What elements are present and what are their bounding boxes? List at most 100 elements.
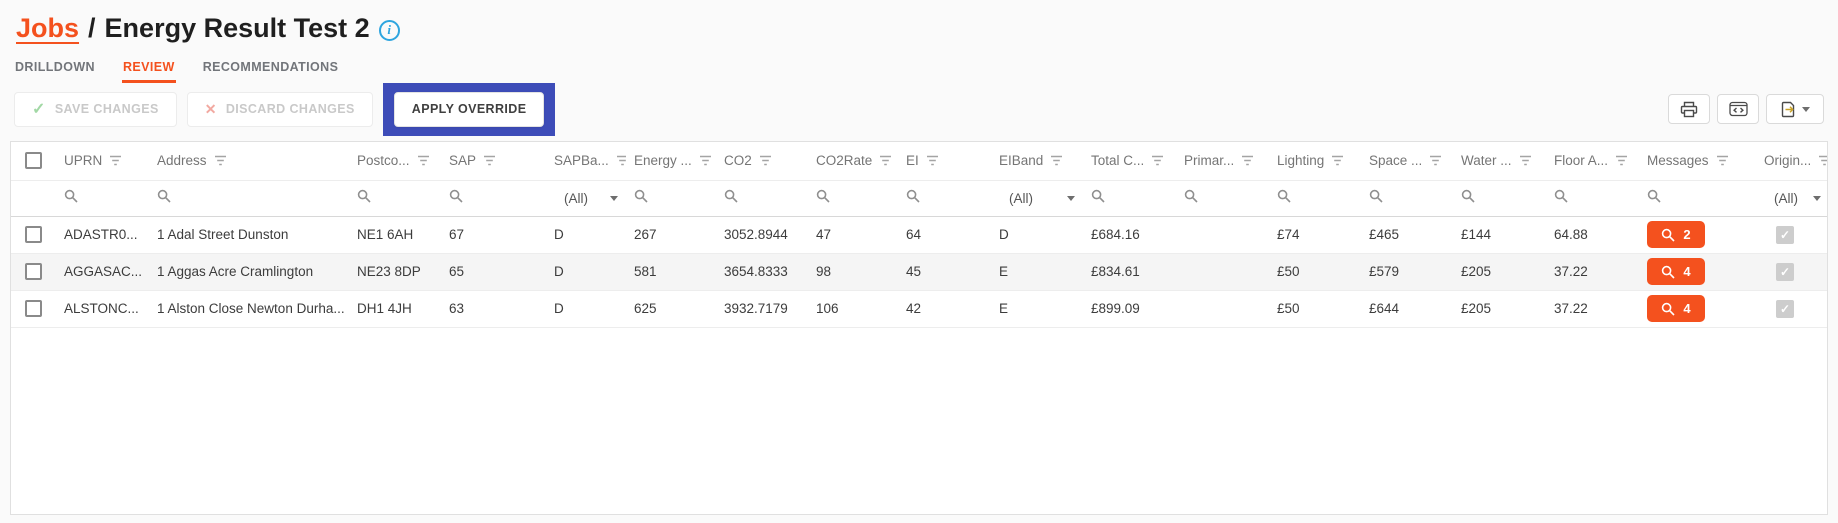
filter-cell-origin[interactable]: (All) [1756,180,1828,216]
export-button[interactable] [1766,94,1824,124]
code-view-button[interactable] [1717,94,1759,124]
row-checkbox[interactable] [25,263,42,280]
filter-cell-eiband[interactable]: (All) [991,180,1083,216]
search-icon[interactable] [816,189,830,203]
header-filter-icon[interactable] [1519,155,1532,166]
filter-cell-co2[interactable] [716,180,808,216]
column-header-eiband[interactable]: EIBand [991,142,1083,180]
search-icon[interactable] [634,189,648,203]
header-filter-icon[interactable] [1151,155,1164,166]
search-icon[interactable] [157,189,171,203]
messages-button[interactable]: 2 [1647,221,1705,248]
column-header-primary[interactable]: Primar... [1176,142,1269,180]
search-icon[interactable] [1461,189,1475,203]
search-icon[interactable] [1554,189,1568,203]
filter-cell-primary[interactable] [1176,180,1269,216]
select-all-checkbox[interactable] [25,152,42,169]
column-header-energy[interactable]: Energy ... [626,142,716,180]
column-header-water[interactable]: Water ... [1453,142,1546,180]
apply-override-button[interactable]: APPLY OVERRIDE [394,92,545,127]
header-filter-icon[interactable] [616,155,626,166]
column-header-co2rate[interactable]: CO2Rate [808,142,898,180]
filter-cell-sapband[interactable]: (All) [546,180,626,216]
messages-button[interactable]: 4 [1647,295,1705,322]
column-header-label: Floor A... [1554,153,1608,168]
header-filter-icon[interactable] [1050,155,1063,166]
column-header-sapband[interactable]: SAPBa... [546,142,626,180]
jobs-breadcrumb-link[interactable]: Jobs [16,13,79,44]
column-header-postcode[interactable]: Postco... [349,142,441,180]
filter-cell-ei[interactable] [898,180,991,216]
chevron-down-icon[interactable] [1813,196,1821,201]
search-icon[interactable] [449,189,463,203]
filter-cell-messages[interactable] [1639,180,1756,216]
search-icon[interactable] [906,189,920,203]
filter-select-eiband[interactable]: (All) [999,191,1075,206]
column-header-totalcost[interactable]: Total C... [1083,142,1176,180]
filter-select-origin[interactable]: (All) [1764,191,1821,206]
search-icon[interactable] [1184,189,1198,203]
header-filter-icon[interactable] [926,155,939,166]
column-header-messages[interactable]: Messages [1639,142,1756,180]
cell-sapband: D [554,301,564,316]
tab-drilldown[interactable]: DRILLDOWN [14,55,96,83]
cell-floorarea: 37.22 [1554,301,1588,316]
filter-cell-floorarea[interactable] [1546,180,1639,216]
header-filter-icon[interactable] [417,155,430,166]
row-checkbox[interactable] [25,226,42,243]
chevron-down-icon[interactable] [610,196,618,201]
header-filter-icon[interactable] [1615,155,1628,166]
row-checkbox[interactable] [25,300,42,317]
tab-review[interactable]: REVIEW [122,55,176,83]
header-filter-icon[interactable] [699,155,712,166]
filter-cell-co2rate[interactable] [808,180,898,216]
column-header-space[interactable]: Space ... [1361,142,1453,180]
search-icon[interactable] [357,189,371,203]
header-filter-icon[interactable] [1818,155,1828,166]
header-filter-icon[interactable] [483,155,496,166]
filter-cell-sap[interactable] [441,180,546,216]
header-filter-icon[interactable] [879,155,892,166]
filter-cell-water[interactable] [1453,180,1546,216]
column-header-label: Address [157,153,207,168]
header-filter-icon[interactable] [1429,155,1442,166]
origin-checkbox: ✓ [1776,226,1794,244]
column-header-address[interactable]: Address [149,142,349,180]
search-icon[interactable] [1091,189,1105,203]
filter-cell-uprn[interactable] [56,180,149,216]
filter-cell-space[interactable] [1361,180,1453,216]
header-filter-icon[interactable] [109,155,122,166]
print-button[interactable] [1668,94,1710,124]
column-header-sap[interactable]: SAP [441,142,546,180]
header-filter-icon[interactable] [214,155,227,166]
discard-changes-button[interactable]: ✕ DISCARD CHANGES [187,92,373,127]
save-changes-button[interactable]: ✓ SAVE CHANGES [14,92,177,127]
search-icon[interactable] [1277,189,1291,203]
column-header-floorarea[interactable]: Floor A... [1546,142,1639,180]
column-header-uprn[interactable]: UPRN [56,142,149,180]
filter-cell-postcode[interactable] [349,180,441,216]
info-icon[interactable]: i [379,20,400,41]
filter-cell-lighting[interactable] [1269,180,1361,216]
search-icon[interactable] [64,189,78,203]
header-filter-icon[interactable] [1716,155,1729,166]
cell-water: £144 [1461,227,1491,242]
header-filter-icon[interactable] [759,155,772,166]
column-header-label: Messages [1647,153,1709,168]
chevron-down-icon[interactable] [1067,196,1075,201]
filter-cell-totalcost[interactable] [1083,180,1176,216]
filter-select-sapband[interactable]: (All) [554,191,618,206]
column-header-lighting[interactable]: Lighting [1269,142,1361,180]
column-header-origin[interactable]: Origin... [1756,142,1828,180]
filter-cell-energy[interactable] [626,180,716,216]
filter-cell-address[interactable] [149,180,349,216]
search-icon[interactable] [1369,189,1383,203]
column-header-ei[interactable]: EI [898,142,991,180]
column-header-co2[interactable]: CO2 [716,142,808,180]
messages-button[interactable]: 4 [1647,258,1705,285]
header-filter-icon[interactable] [1331,155,1344,166]
header-filter-icon[interactable] [1241,155,1254,166]
search-icon[interactable] [1647,189,1661,203]
search-icon[interactable] [724,189,738,203]
tab-recommendations[interactable]: RECOMMENDATIONS [202,55,340,83]
